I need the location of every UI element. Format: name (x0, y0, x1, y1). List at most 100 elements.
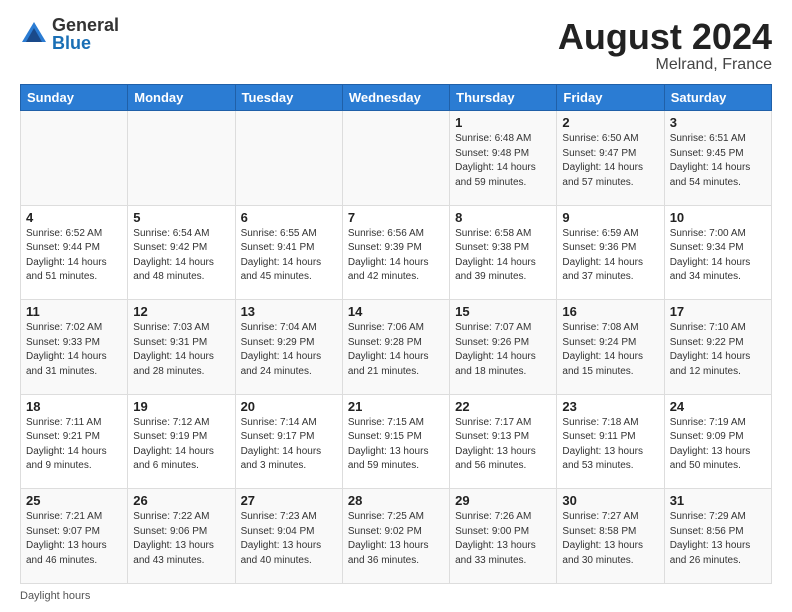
logo-general: General (52, 16, 119, 34)
weekday-header-thursday: Thursday (450, 85, 557, 111)
day-number: 6 (241, 210, 337, 225)
day-number: 27 (241, 493, 337, 508)
day-info: Sunrise: 7:03 AM Sunset: 9:31 PM Dayligh… (133, 321, 229, 379)
logo: General Blue (20, 16, 119, 52)
calendar-cell: 2 Sunrise: 6:50 AM Sunset: 9:47 PM Daylig… (557, 111, 664, 206)
calendar-cell: 23 Sunrise: 7:18 AM Sunset: 9:11 PM Dayli… (557, 394, 664, 489)
day-info: Sunrise: 7:18 AM Sunset: 9:11 PM Dayligh… (562, 416, 658, 474)
day-info: Sunrise: 6:54 AM Sunset: 9:42 PM Dayligh… (133, 227, 229, 285)
daylight-label: Daylight hours (20, 590, 90, 602)
logo-blue: Blue (52, 34, 119, 52)
calendar-cell: 30Sunrise: 7:27 AM Sunset: 8:58 PM Dayli… (557, 489, 664, 584)
day-info: Sunrise: 6:51 AM Sunset: 9:45 PM Dayligh… (670, 132, 766, 190)
calendar-cell: 6Sunrise: 6:55 AM Sunset: 9:41 PM Daylig… (235, 205, 342, 300)
day-number: 15 (455, 304, 551, 319)
calendar-cell: 11 Sunrise: 7:02 AM Sunset: 9:33 PM Dayli… (21, 300, 128, 395)
week-row-5: 25Sunrise: 7:21 AM Sunset: 9:07 PM Dayli… (21, 489, 772, 584)
title-block: August 2024 Melrand, France (558, 16, 772, 74)
week-row-2: 4 Sunrise: 6:52 AM Sunset: 9:44 PM Daylig… (21, 205, 772, 300)
calendar-cell: 18 Sunrise: 7:11 AM Sunset: 9:21 PM Dayli… (21, 394, 128, 489)
weekday-header-tuesday: Tuesday (235, 85, 342, 111)
day-info: Sunrise: 7:00 AM Sunset: 9:34 PM Dayligh… (670, 227, 766, 285)
calendar-cell: 8Sunrise: 6:58 AM Sunset: 9:38 PM Daylig… (450, 205, 557, 300)
calendar-cell: 17 Sunrise: 7:10 AM Sunset: 9:22 PM Dayli… (664, 300, 771, 395)
week-row-4: 18 Sunrise: 7:11 AM Sunset: 9:21 PM Dayli… (21, 394, 772, 489)
day-number: 3 (670, 115, 766, 130)
calendar-cell: 27 Sunrise: 7:23 AM Sunset: 9:04 PM Dayli… (235, 489, 342, 584)
day-info: Sunrise: 7:21 AM Sunset: 9:07 PM Dayligh… (26, 510, 122, 568)
calendar-cell: 5 Sunrise: 6:54 AM Sunset: 9:42 PM Daylig… (128, 205, 235, 300)
calendar-cell: 7Sunrise: 6:56 AM Sunset: 9:39 PM Daylig… (342, 205, 449, 300)
calendar-cell: 22 Sunrise: 7:17 AM Sunset: 9:13 PM Dayli… (450, 394, 557, 489)
calendar-cell: 20 Sunrise: 7:14 AM Sunset: 9:17 PM Dayli… (235, 394, 342, 489)
calendar-cell (235, 111, 342, 206)
day-info: Sunrise: 6:48 AM Sunset: 9:48 PM Dayligh… (455, 132, 551, 190)
calendar-cell: 21 Sunrise: 7:15 AM Sunset: 9:15 PM Dayli… (342, 394, 449, 489)
day-info: Sunrise: 7:11 AM Sunset: 9:21 PM Dayligh… (26, 416, 122, 474)
day-number: 16 (562, 304, 658, 319)
day-number: 21 (348, 399, 444, 414)
day-info: Sunrise: 7:08 AM Sunset: 9:24 PM Dayligh… (562, 321, 658, 379)
day-info: Sunrise: 7:04 AM Sunset: 9:29 PM Dayligh… (241, 321, 337, 379)
calendar-cell: 4 Sunrise: 6:52 AM Sunset: 9:44 PM Daylig… (21, 205, 128, 300)
day-info: Sunrise: 6:50 AM Sunset: 9:47 PM Dayligh… (562, 132, 658, 190)
day-info: Sunrise: 7:15 AM Sunset: 9:15 PM Dayligh… (348, 416, 444, 474)
calendar-cell: 10Sunrise: 7:00 AM Sunset: 9:34 PM Dayli… (664, 205, 771, 300)
weekday-header-sunday: Sunday (21, 85, 128, 111)
weekday-header-friday: Friday (557, 85, 664, 111)
day-number: 17 (670, 304, 766, 319)
weekday-header-monday: Monday (128, 85, 235, 111)
day-number: 12 (133, 304, 229, 319)
day-info: Sunrise: 7:27 AM Sunset: 8:58 PM Dayligh… (562, 510, 658, 568)
calendar-cell: 12 Sunrise: 7:03 AM Sunset: 9:31 PM Dayli… (128, 300, 235, 395)
day-number: 4 (26, 210, 122, 225)
day-number: 2 (562, 115, 658, 130)
day-info: Sunrise: 6:59 AM Sunset: 9:36 PM Dayligh… (562, 227, 658, 285)
week-row-1: 1 Sunrise: 6:48 AM Sunset: 9:48 PM Daylig… (21, 111, 772, 206)
calendar-cell: 28Sunrise: 7:25 AM Sunset: 9:02 PM Dayli… (342, 489, 449, 584)
day-info: Sunrise: 7:14 AM Sunset: 9:17 PM Dayligh… (241, 416, 337, 474)
logo-text: General Blue (52, 16, 119, 52)
day-info: Sunrise: 7:23 AM Sunset: 9:04 PM Dayligh… (241, 510, 337, 568)
calendar-cell (128, 111, 235, 206)
weekday-header-row: SundayMondayTuesdayWednesdayThursdayFrid… (21, 85, 772, 111)
day-number: 9 (562, 210, 658, 225)
day-info: Sunrise: 7:29 AM Sunset: 8:56 PM Dayligh… (670, 510, 766, 568)
day-number: 18 (26, 399, 122, 414)
day-info: Sunrise: 7:17 AM Sunset: 9:13 PM Dayligh… (455, 416, 551, 474)
day-number: 1 (455, 115, 551, 130)
day-number: 22 (455, 399, 551, 414)
day-number: 13 (241, 304, 337, 319)
day-number: 23 (562, 399, 658, 414)
day-number: 31 (670, 493, 766, 508)
calendar-cell: 3 Sunrise: 6:51 AM Sunset: 9:45 PM Daylig… (664, 111, 771, 206)
day-info: Sunrise: 7:12 AM Sunset: 9:19 PM Dayligh… (133, 416, 229, 474)
day-info: Sunrise: 6:52 AM Sunset: 9:44 PM Dayligh… (26, 227, 122, 285)
calendar-cell: 25Sunrise: 7:21 AM Sunset: 9:07 PM Dayli… (21, 489, 128, 584)
day-info: Sunrise: 7:25 AM Sunset: 9:02 PM Dayligh… (348, 510, 444, 568)
day-info: Sunrise: 7:02 AM Sunset: 9:33 PM Dayligh… (26, 321, 122, 379)
calendar-cell: 16 Sunrise: 7:08 AM Sunset: 9:24 PM Dayli… (557, 300, 664, 395)
weekday-header-saturday: Saturday (664, 85, 771, 111)
day-info: Sunrise: 7:26 AM Sunset: 9:00 PM Dayligh… (455, 510, 551, 568)
day-info: Sunrise: 7:10 AM Sunset: 9:22 PM Dayligh… (670, 321, 766, 379)
day-info: Sunrise: 6:58 AM Sunset: 9:38 PM Dayligh… (455, 227, 551, 285)
day-number: 14 (348, 304, 444, 319)
logo-icon (20, 20, 48, 48)
day-info: Sunrise: 7:06 AM Sunset: 9:28 PM Dayligh… (348, 321, 444, 379)
calendar-cell (21, 111, 128, 206)
day-number: 11 (26, 304, 122, 319)
day-number: 5 (133, 210, 229, 225)
header: General Blue August 2024 Melrand, France (20, 16, 772, 74)
day-info: Sunrise: 7:19 AM Sunset: 9:09 PM Dayligh… (670, 416, 766, 474)
calendar-cell: 26Sunrise: 7:22 AM Sunset: 9:06 PM Dayli… (128, 489, 235, 584)
calendar-cell: 19Sunrise: 7:12 AM Sunset: 9:19 PM Dayli… (128, 394, 235, 489)
day-number: 20 (241, 399, 337, 414)
calendar-cell: 29Sunrise: 7:26 AM Sunset: 9:00 PM Dayli… (450, 489, 557, 584)
day-number: 7 (348, 210, 444, 225)
month-year: August 2024 (558, 16, 772, 58)
day-info: Sunrise: 7:22 AM Sunset: 9:06 PM Dayligh… (133, 510, 229, 568)
calendar-cell: 24Sunrise: 7:19 AM Sunset: 9:09 PM Dayli… (664, 394, 771, 489)
calendar-cell: 13 Sunrise: 7:04 AM Sunset: 9:29 PM Dayli… (235, 300, 342, 395)
calendar-cell: 15Sunrise: 7:07 AM Sunset: 9:26 PM Dayli… (450, 300, 557, 395)
